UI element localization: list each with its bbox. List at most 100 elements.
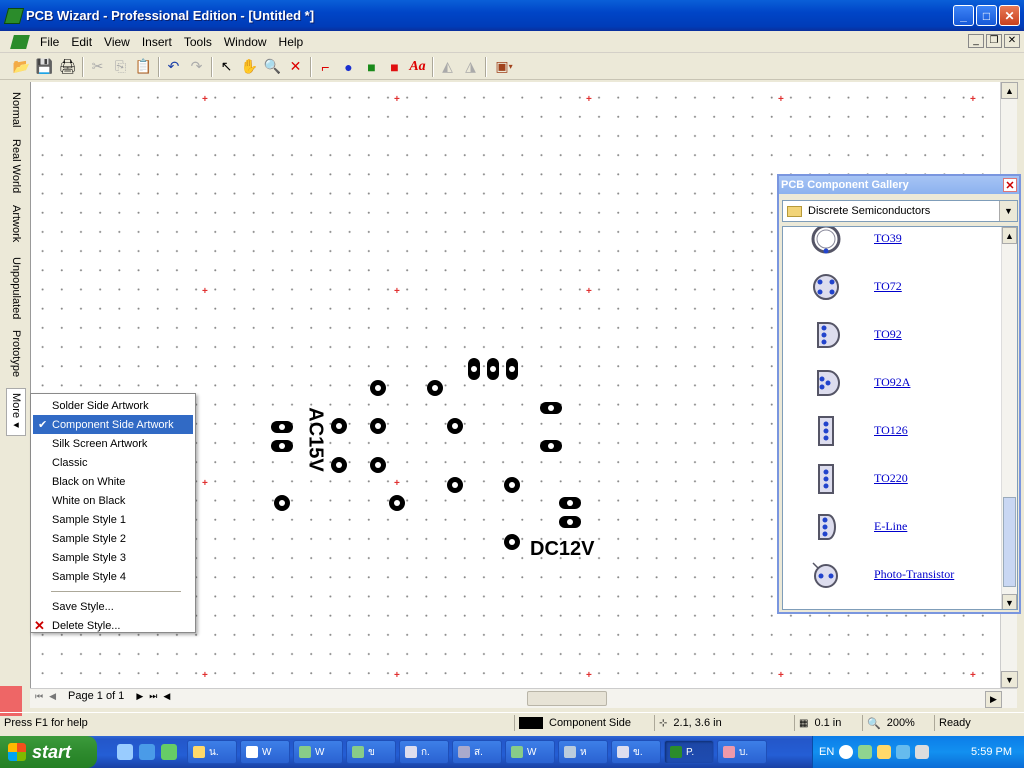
menu-item-sample-style-3[interactable]: Sample Style 3 [31,548,195,567]
gallery-item-label[interactable]: TO92 [874,327,902,342]
pcb-pad[interactable] [389,495,405,511]
pcb-oval-pad[interactable] [271,421,293,433]
ac-voltage-label[interactable]: AC15V [304,407,327,471]
task-button[interactable]: น. [187,740,237,764]
pcb-pad[interactable] [447,477,463,493]
messenger-tray-icon[interactable] [858,745,873,759]
component-area-button[interactable]: ■ [383,56,406,78]
menu-item-component-side-artwork[interactable]: ✔ Component Side Artwork [33,415,193,434]
volume-tray-icon[interactable] [877,745,892,759]
cut-button[interactable]: ✂ [86,56,109,78]
menu-item-black-on-white[interactable]: Black on White [31,472,195,491]
pcb-oval-pad[interactable] [506,358,518,380]
pcb-oval-pad[interactable] [559,497,581,509]
next-page-icon[interactable]: ▶ [136,691,143,702]
gallery-close-button[interactable]: ✕ [1003,178,1017,192]
gallery-item-label[interactable]: E-Line [874,519,907,534]
tab-normal[interactable]: Normal [6,90,26,130]
mirror-button[interactable]: ◮ [459,56,482,78]
gallery-scroll-thumb[interactable] [1003,497,1016,587]
gallery-dropdown-button[interactable]: ▣ ▾ [489,56,519,78]
menu-view[interactable]: View [98,33,136,51]
document-icon[interactable] [10,34,30,49]
task-button[interactable]: ข [346,740,396,764]
menu-item-solder-side-artwork[interactable]: Solder Side Artwork [31,396,195,415]
gallery-title[interactable]: PCB Component Gallery [779,176,1019,194]
task-button[interactable]: บ. [717,740,767,764]
task-button[interactable]: W [240,740,290,764]
save-button[interactable]: 💾 [33,56,56,78]
pcb-pad[interactable] [331,457,347,473]
pcb-oval-pad[interactable] [487,358,499,380]
menu-item-save-style[interactable]: Save Style... [31,597,195,616]
pcb-oval-pad[interactable] [559,516,581,528]
pcb-oval-pad[interactable] [271,440,293,452]
clock[interactable]: 5:59 PM [971,746,1012,758]
menu-tools[interactable]: Tools [178,33,218,51]
gallery-item-label[interactable]: TO92A [874,375,910,390]
prev-page-icon[interactable]: ◀ [49,691,56,702]
pcb-pad[interactable] [370,380,386,396]
horizontal-scrollbar[interactable] [30,688,1017,708]
close-button[interactable]: ✕ [999,5,1020,26]
gallery-item-label[interactable]: TO72 [874,279,902,294]
pcb-oval-pad[interactable] [468,358,480,380]
gallery-item-e-line[interactable]: E-Line [783,507,1003,547]
pcb-pad[interactable] [504,534,520,550]
pad-tool-button[interactable]: ● [337,56,360,78]
track-tool-button[interactable]: ⌐ [314,56,337,78]
scroll-down-icon[interactable]: ▼ [1001,671,1018,688]
redo-button[interactable]: ↷ [185,56,208,78]
scroll-up-icon[interactable]: ▲ [1001,82,1018,99]
pcb-pad[interactable] [370,457,386,473]
pcb-pad[interactable] [274,495,290,511]
task-button[interactable]: ก. [399,740,449,764]
task-button[interactable]: ส. [452,740,502,764]
copy-button[interactable]: ⎘ [109,56,132,78]
pcb-pad[interactable] [447,418,463,434]
horizontal-scroll-thumb[interactable] [527,691,607,706]
show-desktop-icon[interactable] [117,744,133,760]
gallery-item-to72[interactable]: TO72 [783,267,1003,307]
gallery-scrollbar[interactable]: ▲ ▼ [1001,227,1017,609]
messenger-icon[interactable] [161,744,177,760]
menu-item-sample-style-1[interactable]: Sample Style 1 [31,510,195,529]
tab-prototype[interactable]: Prototype [6,328,26,380]
menu-item-sample-style-2[interactable]: Sample Style 2 [31,529,195,548]
scroll-up-icon[interactable]: ▲ [1002,227,1017,244]
last-page-icon[interactable]: ⏭ [149,691,157,702]
gallery-item-label[interactable]: TO220 [874,471,908,486]
text-tool-button[interactable]: Aa [406,56,429,78]
doc-restore-button[interactable]: ❐ [986,34,1002,48]
gallery-item-label[interactable]: TO126 [874,423,908,438]
menu-item-sample-style-4[interactable]: Sample Style 4 [31,567,195,586]
menu-file[interactable]: File [34,33,65,51]
pcb-pad[interactable] [370,418,386,434]
task-button[interactable]: W [505,740,555,764]
undo-button[interactable]: ↶ [162,56,185,78]
pcb-oval-pad[interactable] [540,402,562,414]
delete-tool-button[interactable]: ✕ [284,56,307,78]
network-tray-icon[interactable] [896,745,911,759]
task-button[interactable]: ข. [611,740,661,764]
doc-close-button[interactable]: ✕ [1004,34,1020,48]
open-button[interactable]: 📂 [10,56,33,78]
maximize-button[interactable]: □ [976,5,997,26]
gallery-category-select[interactable]: Discrete Semiconductors ▼ [782,200,1018,222]
menu-item-silk-screen-artwork[interactable]: Silk Screen Artwork [31,434,195,453]
menu-item-white-on-black[interactable]: White on Black [31,491,195,510]
flip-button[interactable]: ◭ [436,56,459,78]
tab-real-world[interactable]: Real World [6,136,26,196]
task-button[interactable]: W [293,740,343,764]
menu-edit[interactable]: Edit [65,33,98,51]
menu-insert[interactable]: Insert [136,33,178,51]
scroll-right-icon[interactable]: ▶ [985,691,1002,708]
pcb-pad[interactable] [504,477,520,493]
scroll-down-icon[interactable]: ▼ [1002,594,1017,609]
pcb-pad[interactable] [427,380,443,396]
tray-expand-icon[interactable] [839,745,854,759]
gallery-item-to126[interactable]: TO126 [783,411,1003,451]
copper-area-button[interactable]: ■ [360,56,383,78]
pan-tool-button[interactable]: ✋ [238,56,261,78]
tab-unpopulated[interactable]: Unpopulated [6,254,26,322]
